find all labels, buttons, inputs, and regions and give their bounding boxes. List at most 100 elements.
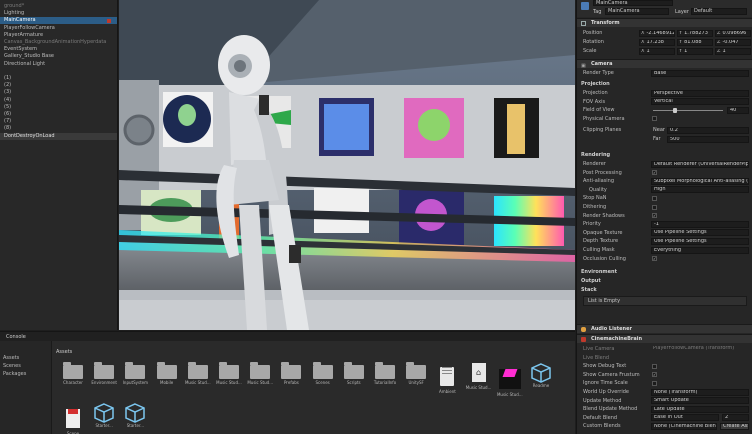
transform-y-field[interactable]: Y 1.788273	[677, 29, 713, 37]
output-section[interactable]: Output	[577, 277, 752, 285]
asset-item[interactable]: Music Stud...	[214, 362, 244, 399]
folder-icon	[156, 362, 177, 379]
create-asset-button[interactable]: Create Asset	[720, 422, 749, 430]
transform-z-field[interactable]: Z -0.047	[715, 38, 751, 46]
asset-item[interactable]: Scripts	[339, 362, 369, 399]
asset-item[interactable]: Music Stud...	[183, 362, 213, 399]
assets-breadcrumb[interactable]: Assets	[56, 349, 72, 355]
asset-item[interactable]: Readme	[526, 363, 556, 399]
transform-row: Rotation X 17.238 Y 81.088 Z -0.047	[577, 38, 752, 46]
rendering-label: Priority	[583, 221, 601, 228]
hierarchy-item[interactable]: Gallery_Studio Base	[0, 53, 117, 60]
asset-item[interactable]: UnitySF	[401, 362, 431, 399]
brain-field[interactable]: Ease In Out	[651, 414, 719, 422]
rendering-checkbox[interactable]	[652, 195, 657, 201]
asset-item[interactable]: TutorialInfo	[370, 362, 400, 399]
asset-item[interactable]: Music Stud...	[495, 363, 525, 399]
transform-x-field[interactable]: X 17.238	[639, 38, 675, 46]
asset-item[interactable]: Prefabs	[276, 362, 306, 399]
hierarchy-item[interactable]: Directional Light	[0, 61, 117, 68]
hierarchy-item[interactable]	[0, 68, 117, 75]
fov-slider[interactable]	[653, 107, 723, 113]
projection-section[interactable]: Projection	[577, 80, 752, 88]
camera-header[interactable]: ▣ Camera	[577, 59, 752, 69]
hierarchy-item[interactable]: EventSystem	[0, 46, 117, 53]
environment-section[interactable]: Environment	[577, 268, 752, 276]
near-field[interactable]: 0.2	[667, 126, 749, 134]
audio-listener-header[interactable]: Audio Listener	[577, 324, 752, 333]
transform-z-field[interactable]: Z 0.098696	[715, 29, 751, 37]
hierarchy-item[interactable]: PlayerArmature	[0, 32, 117, 39]
asset-item[interactable]: ⌂ Music Stud...	[464, 363, 494, 399]
scene-view[interactable]	[119, 0, 575, 330]
projection-dropdown[interactable]: Vertical	[651, 98, 749, 105]
asset-item[interactable]: Ambient	[432, 363, 462, 399]
rendering-field[interactable]: Use Pipeline Settings	[651, 229, 749, 237]
brain-checkbox[interactable]	[652, 380, 657, 386]
brain-checkbox[interactable]	[652, 363, 657, 369]
rendering-checkbox[interactable]	[652, 204, 657, 210]
hierarchy-item[interactable]: PlayerFollowCamera	[0, 25, 117, 32]
tag-dropdown[interactable]: MainCamera	[605, 8, 669, 15]
console-tab[interactable]: Console	[6, 334, 26, 340]
asset-item[interactable]: Music Stud...	[245, 362, 275, 399]
transform-x-field[interactable]: X1	[639, 47, 675, 55]
transform-y-field[interactable]: Y1	[677, 47, 713, 55]
brain-checkbox[interactable]: ✓	[652, 372, 657, 378]
rendering-field[interactable]: Everything	[651, 246, 749, 254]
asset-item[interactable]: Environment	[89, 362, 119, 399]
rendering-field[interactable]: Default Renderer (UniversalRenderPipelin…	[651, 160, 749, 168]
rendering-field[interactable]: Subpixel Morphological Anti-aliasing (SM…	[651, 177, 749, 185]
asset-item[interactable]: Starter...	[120, 403, 150, 434]
stack-section[interactable]: Stack	[577, 286, 752, 294]
rendering-checkbox[interactable]: ✓	[652, 170, 657, 176]
asset-item[interactable]: Scene	[58, 403, 88, 434]
brain-field[interactable]: Smart Update	[651, 397, 749, 405]
transform-x-field[interactable]: X -2.1468912	[639, 29, 675, 37]
hierarchy-item[interactable]: MainCamera	[0, 17, 117, 25]
hierarchy-item[interactable]: (3)	[0, 89, 117, 96]
brain-header[interactable]: CinemachineBrain	[577, 334, 752, 343]
hierarchy-item[interactable]: (1)	[0, 75, 117, 82]
fov-slider-handle[interactable]	[672, 107, 677, 113]
project-tree-item[interactable]: Scenes	[3, 363, 21, 369]
fov-value[interactable]: 40	[727, 106, 749, 114]
brain-field[interactable]: None (Transform)	[651, 388, 749, 396]
rendering-field[interactable]: -1	[651, 220, 749, 228]
render-type-dropdown[interactable]: Base	[651, 69, 749, 77]
asset-item[interactable]: Starter...	[89, 403, 119, 434]
far-field[interactable]: 500	[667, 135, 749, 143]
default-blend-time[interactable]: 2	[722, 414, 749, 422]
project-tree-item[interactable]: Packages	[3, 371, 26, 377]
brain-field[interactable]: None (Cinemachine Blend D)	[651, 422, 717, 430]
hierarchy-item[interactable]: (6)	[0, 111, 117, 118]
hierarchy-item[interactable]: (2)	[0, 82, 117, 89]
hierarchy-item[interactable]: Lighting	[0, 10, 117, 17]
project-tree-item[interactable]: Assets	[3, 355, 19, 361]
physical-camera-checkbox[interactable]	[652, 116, 657, 121]
hierarchy-item[interactable]: (8)	[0, 125, 117, 132]
hierarchy-item[interactable]: Canvas_BackgroundAnimationHyperdata	[0, 39, 117, 46]
hierarchy-item[interactable]: (5)	[0, 104, 117, 111]
asset-item[interactable]: InputSystem	[120, 362, 150, 399]
rendering-checkbox[interactable]: ✓	[652, 256, 657, 262]
asset-item[interactable]: Mobile	[152, 362, 182, 399]
rendering-field[interactable]: Use Pipeline Settings	[651, 237, 749, 245]
rendering-checkbox[interactable]: ✓	[652, 213, 657, 219]
transform-header[interactable]: Transform	[577, 18, 752, 27]
projection-dropdown[interactable]: Perspective	[651, 89, 749, 97]
transform-z-field[interactable]: Z1	[715, 47, 751, 55]
hierarchy-item[interactable]: (4)	[0, 97, 117, 104]
object-name-field[interactable]: MainCamera	[593, 0, 673, 6]
brain-field[interactable]: Late Update	[651, 405, 749, 413]
asset-item[interactable]: Scenes	[308, 362, 338, 399]
rendering-section[interactable]: Rendering	[577, 151, 752, 159]
hierarchy-item[interactable]: ground*	[0, 3, 117, 10]
brain-label: Default Blend	[583, 414, 618, 421]
asset-item[interactable]: Character	[58, 362, 88, 399]
hierarchy-item[interactable]: DontDestroyOnLoad	[0, 132, 117, 140]
layer-dropdown[interactable]: Default	[691, 8, 747, 15]
rendering-field[interactable]: High	[651, 186, 749, 194]
transform-y-field[interactable]: Y 81.088	[677, 38, 713, 46]
hierarchy-item[interactable]: (7)	[0, 118, 117, 125]
